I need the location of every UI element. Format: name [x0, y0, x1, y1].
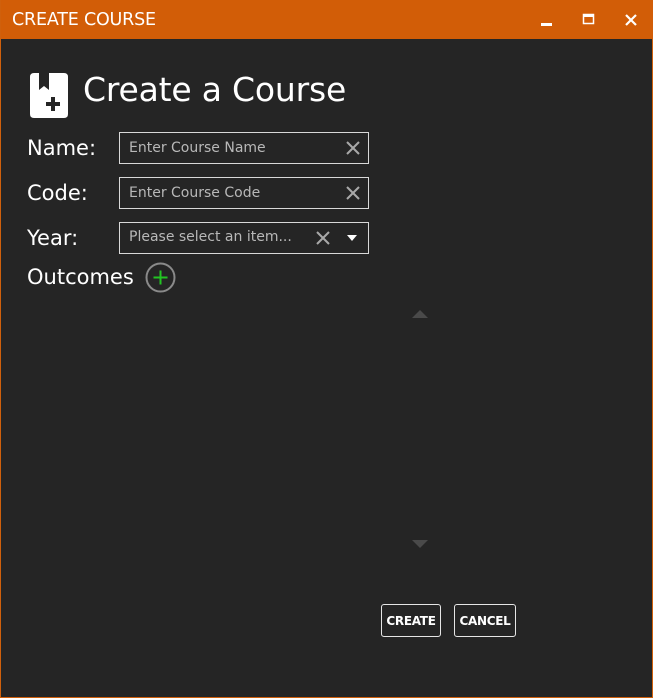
year-select[interactable]: Please select an item...: [119, 222, 369, 254]
year-selected-value: Please select an item...: [129, 229, 292, 245]
cancel-button[interactable]: CANCEL: [454, 604, 516, 637]
title-bar[interactable]: CREATE COURSE: [1, 0, 653, 39]
scroll-up-icon[interactable]: [412, 309, 428, 318]
course-code-input[interactable]: [129, 183, 329, 203]
clear-icon[interactable]: [345, 140, 361, 156]
scroll-down-icon[interactable]: [412, 540, 428, 549]
window-title: CREATE COURSE: [12, 10, 156, 30]
minimize-button[interactable]: [531, 6, 561, 34]
add-circle-icon[interactable]: [145, 262, 176, 293]
close-icon: [625, 14, 637, 26]
create-button[interactable]: CREATE: [381, 604, 441, 637]
course-code-field[interactable]: [119, 177, 369, 209]
minimize-icon: [541, 23, 552, 26]
close-button[interactable]: [616, 6, 646, 34]
page-title: Create a Course: [83, 70, 347, 109]
year-label: Year:: [27, 226, 79, 250]
outcomes-label: Outcomes: [27, 265, 134, 289]
outcomes-list: [27, 302, 427, 556]
book-add-icon: [30, 73, 68, 118]
maximize-button[interactable]: [573, 6, 603, 34]
code-label: Code:: [27, 181, 88, 205]
clear-icon[interactable]: [315, 230, 331, 246]
chevron-down-icon[interactable]: [346, 234, 358, 242]
name-label: Name:: [27, 136, 97, 160]
course-name-input[interactable]: [129, 138, 329, 158]
create-course-window: CREATE COURSE Create a Course Name: Ente…: [0, 0, 653, 698]
maximize-icon: [582, 13, 595, 25]
course-name-field[interactable]: [119, 132, 369, 164]
clear-icon[interactable]: [345, 185, 361, 201]
